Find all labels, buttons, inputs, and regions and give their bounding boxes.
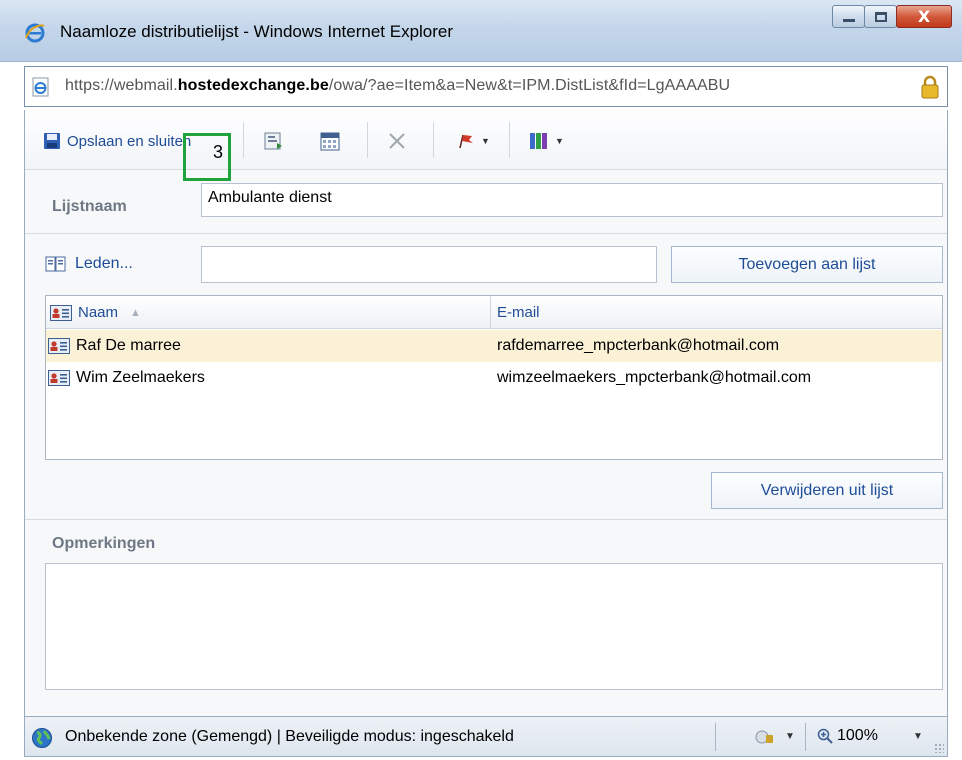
delete-button[interactable] [387,128,407,154]
remove-from-list-button[interactable]: Verwijderen uit lijst [711,472,943,509]
member-email: rafdemarree_mpcterbank@hotmail.com [497,337,780,354]
protected-mode-icon[interactable] [755,728,775,746]
page-icon [32,77,49,97]
list-name-input[interactable]: Ambulante dienst [201,183,943,217]
divider [25,233,947,234]
address-url[interactable]: https://webmail.hostedexchange.be/owa/?a… [65,77,730,95]
categories-button[interactable]: ▼ [529,128,564,154]
minimize-icon [842,19,855,22]
table-row[interactable]: Raf De marree rafdemarree_mpcterbank@hot… [46,330,942,362]
table-row[interactable]: Wim Zeelmaekers wimzeelmaekers_mpcterban… [46,362,942,394]
status-separator [805,723,806,751]
flag-icon [459,134,473,149]
list-name-label: Lijstnaam [52,198,127,215]
chevron-down-icon[interactable]: ▼ [785,731,795,742]
column-separator[interactable] [490,296,491,329]
calendar-icon [320,132,340,151]
chevron-down-icon[interactable]: ▼ [913,731,923,742]
save-icon [44,133,60,149]
notes-textarea[interactable] [45,563,943,690]
save-and-close-button[interactable]: Opslaan en sluiten [43,128,191,154]
lock-icon[interactable] [921,75,939,99]
contact-card-icon [50,304,72,321]
members-label: Leden... [75,255,133,272]
chevron-down-icon: ▼ [481,136,490,146]
zoom-control[interactable]: 100% [817,727,878,745]
url-path: /owa/?ae=Item&a=New&t=IPM.DistList&fId=L… [328,77,731,94]
status-bar: Onbekende zone (Gemengd) | Beveiligde mo… [24,716,948,757]
minimize-button[interactable] [832,5,865,28]
notes-label: Opmerkingen [52,535,156,552]
delete-icon [389,133,405,149]
check-names-button[interactable] [263,128,285,154]
toolbar: Opslaan en sluiten ▼ ▼ 3 [25,110,947,181]
member-name: Raf De marree [76,337,181,354]
url-prefix: https://webmail. [65,77,178,94]
contact-card-icon [48,370,70,386]
toolbar-separator [433,122,434,158]
divider [25,519,947,520]
close-icon: X [917,7,931,26]
maximize-icon [874,11,887,22]
categories-icon [530,133,547,149]
zoom-level: 100% [837,727,878,744]
maximize-button[interactable] [864,5,897,28]
column-label-name: Naam [78,304,119,321]
toolbar-separator [367,122,368,158]
column-label-email: E-mail [497,304,540,321]
member-email: wimzeelmaekers_mpcterbank@hotmail.com [497,369,812,386]
focus-marker: 3 [183,133,231,181]
member-name-cell: Wim Zeelmaekers [48,369,205,387]
members-list: Naam ▲ E-mail Raf De marree rafdemarree_… [45,295,943,460]
members-button[interactable]: Leden... [45,255,133,273]
toolbar-separator [243,122,244,158]
column-header-email[interactable]: E-mail [497,304,540,321]
zoom-icon [817,728,833,744]
window-title: Naamloze distributielijst - Windows Inte… [60,22,454,41]
members-input[interactable] [201,246,657,283]
column-header-name[interactable]: Naam ▲ [50,304,141,321]
window-controls: X [832,5,952,28]
address-card-icon [264,132,282,150]
address-bar[interactable]: https://webmail.hostedexchange.be/owa/?a… [24,66,948,107]
add-to-list-button[interactable]: Toevoegen aan lijst [671,246,943,283]
security-zone-text[interactable]: Onbekende zone (Gemengd) | Beveiligde mo… [65,728,514,746]
flag-button[interactable]: ▼ [457,128,490,154]
distribution-list-form: Opslaan en sluiten ▼ ▼ 3 Lijstnaam Ambul… [24,110,948,716]
internet-explorer-icon [25,23,45,43]
close-button[interactable]: X [896,5,952,28]
member-name: Wim Zeelmaekers [76,369,205,386]
status-separator [715,723,716,751]
member-name-cell: Raf De marree [48,337,181,355]
window-titlebar[interactable]: Naamloze distributielijst - Windows Inte… [0,0,962,62]
list-header: Naam ▲ E-mail [46,296,942,329]
chevron-down-icon: ▼ [555,136,564,146]
calendar-button[interactable] [319,128,341,154]
resize-grip[interactable] [934,743,944,753]
url-host: hostedexchange.be [177,77,329,94]
toolbar-separator [509,122,510,158]
address-book-icon [45,256,66,272]
globe-icon [32,728,52,748]
contact-card-icon [48,338,70,354]
save-and-close-label: Opslaan en sluiten [67,132,192,150]
sort-ascending-icon: ▲ [130,306,141,319]
